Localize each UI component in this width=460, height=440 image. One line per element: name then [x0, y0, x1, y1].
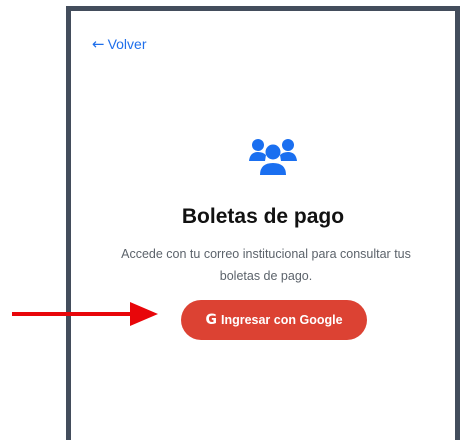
- back-link[interactable]: ← Volver: [92, 36, 147, 52]
- google-login-label: Ingresar con Google: [220, 313, 343, 327]
- login-card: ← Volver Boletas de pago Accede con tu c…: [66, 6, 460, 440]
- arrow-left-icon: ←: [92, 34, 105, 53]
- users-icon: [249, 139, 297, 175]
- page-title: Boletas de pago: [181, 205, 345, 228]
- page: ← Volver Boletas de pago Accede con tu c…: [0, 0, 460, 440]
- back-link-label: Volver: [107, 36, 147, 52]
- google-login-button[interactable]: G Ingresar con Google: [181, 300, 367, 340]
- login-description: Accede con tu correo institucional para …: [121, 247, 411, 283]
- google-icon: G: [205, 312, 217, 328]
- red-arrow-icon: [12, 302, 158, 326]
